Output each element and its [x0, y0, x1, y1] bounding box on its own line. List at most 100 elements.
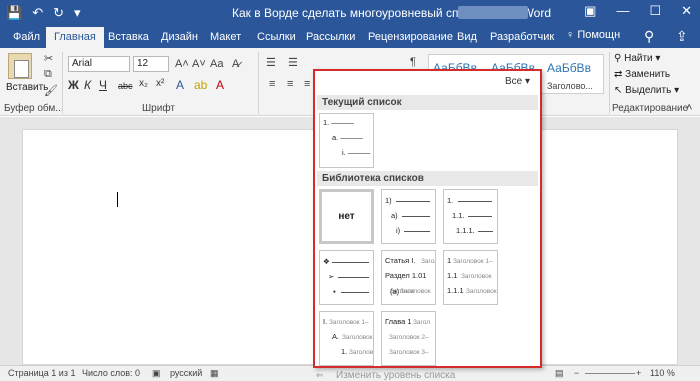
- tab-home[interactable]: Главная: [46, 27, 104, 48]
- tab-developer[interactable]: Разработчик: [490, 29, 554, 45]
- list-level-2: ➢: [328, 272, 335, 281]
- bold-button[interactable]: Ж: [68, 78, 79, 92]
- list-style-numbered-decimal[interactable]: 1. 1.1. 1.1.1.: [443, 189, 498, 244]
- list-style-chapter-headings[interactable]: Глава 1 Загол Заголовок 2– Заголовок 3–: [381, 311, 436, 366]
- user-name-blurred: [458, 6, 528, 19]
- search-icon: ⚲: [614, 53, 625, 64]
- page-count[interactable]: Страница 1 из 1: [8, 368, 75, 378]
- clipboard-group-label: Буфер обм...: [4, 103, 64, 114]
- list-level-2: A.: [332, 332, 340, 341]
- grow-font-icon[interactable]: A˄: [175, 58, 189, 70]
- list-level-3: 1.: [341, 347, 348, 356]
- current-list-header: Текущий список: [317, 95, 538, 110]
- word-count[interactable]: Число слов: 0: [82, 368, 140, 378]
- tab-design[interactable]: Дизайн: [161, 29, 198, 45]
- zoom-level[interactable]: 110 %: [650, 368, 675, 378]
- list-style-article-section[interactable]: Статья I. Заголов Раздел 1.01 Заголов (a…: [381, 250, 436, 305]
- arrow-left-icon: ⇐: [316, 370, 324, 380]
- list-style-numbered-paren[interactable]: 1) a) i): [381, 189, 436, 244]
- line: [332, 262, 369, 263]
- tab-review[interactable]: Рецензирование: [368, 29, 453, 45]
- strikethrough-button[interactable]: abc: [118, 81, 133, 91]
- tab-layout[interactable]: Макет: [210, 29, 241, 45]
- heading-placeholder: Заголовок: [466, 288, 497, 295]
- change-list-level-menu-item[interactable]: Изменить уровень списка: [336, 370, 455, 381]
- list-style-roman-headings[interactable]: I. Заголовок 1– A. Заголовок 1. Заголово: [319, 311, 374, 366]
- maximize-icon[interactable]: ☐: [649, 3, 661, 19]
- read-mode-icon[interactable]: ▤: [555, 368, 564, 379]
- list-level-1: Глава 1: [385, 317, 412, 326]
- multilevel-list-dropdown: Все ▾ Текущий список 1. ——— a. ——— i. ——…: [313, 69, 542, 368]
- shrink-font-icon[interactable]: A˅: [192, 58, 206, 70]
- window-controls: ▣ — ☐ ✕: [584, 3, 692, 19]
- tab-references[interactable]: Ссылки: [257, 29, 296, 45]
- align-center-icon[interactable]: ≡: [287, 78, 293, 90]
- pilcrow-icon[interactable]: ¶: [410, 56, 416, 68]
- customize-qat-icon[interactable]: ▾: [74, 4, 81, 21]
- style-name: Заголово...: [547, 81, 593, 91]
- superscript-button[interactable]: x²: [156, 78, 164, 89]
- quick-access-toolbar: 💾 ↶ ↻ ▾: [6, 4, 81, 21]
- tab-mailings[interactable]: Рассылки: [306, 29, 355, 45]
- divider: [609, 52, 610, 114]
- font-size-select[interactable]: 12: [133, 56, 169, 72]
- proofing-icon[interactable]: ▣: [152, 368, 161, 379]
- align-right-icon[interactable]: ≡: [304, 78, 310, 90]
- text-effects-icon[interactable]: A: [176, 78, 184, 92]
- tab-view[interactable]: Вид: [457, 29, 477, 45]
- minimize-icon[interactable]: —: [616, 3, 629, 19]
- numbering-icon[interactable]: ☰: [288, 56, 298, 69]
- zoom-slider[interactable]: [585, 373, 635, 374]
- heading-placeholder: Заголовок 1–: [329, 319, 369, 326]
- replace-icon: ⇄: [614, 69, 626, 80]
- paste-button-label[interactable]: Вставить: [6, 82, 48, 93]
- replace-button[interactable]: ⇄ Заменить: [614, 69, 670, 80]
- format-painter-icon[interactable]: 🖌: [44, 84, 58, 97]
- clear-format-icon[interactable]: A̷: [232, 58, 239, 70]
- underline-button[interactable]: Ч: [99, 78, 107, 92]
- italic-button[interactable]: К: [84, 78, 91, 92]
- redo-icon[interactable]: ↻: [53, 4, 64, 21]
- macro-icon[interactable]: ▦: [210, 368, 219, 379]
- share-icon[interactable]: ⇪: [676, 28, 688, 45]
- bullets-icon[interactable]: ☰: [266, 56, 276, 69]
- paste-icon[interactable]: [8, 53, 32, 79]
- restore-ribbon-icon[interactable]: ▣: [584, 3, 596, 19]
- user-icon[interactable]: ⚲: [644, 28, 654, 45]
- tab-file[interactable]: Файл: [13, 29, 40, 45]
- subscript-button[interactable]: x₂: [139, 78, 148, 89]
- highlight-icon[interactable]: ab: [194, 78, 207, 92]
- list-style-heading-numbered[interactable]: 1 Заголовок 1– 1.1 Заголовок 1.1.1 Загол…: [443, 250, 498, 305]
- close-icon[interactable]: ✕: [681, 3, 692, 19]
- ribbon-tabs: Файл Главная Вставка Дизайн Макет Ссылки…: [0, 26, 700, 48]
- select-button[interactable]: ↖ Выделить ▾: [614, 85, 679, 96]
- tell-me-help[interactable]: ♀ Помощн: [566, 29, 620, 41]
- save-icon[interactable]: 💾: [6, 4, 22, 21]
- language[interactable]: русский: [170, 368, 202, 378]
- find-button[interactable]: ⚲ Найти ▾: [614, 53, 660, 64]
- line: [338, 277, 369, 278]
- font-name-select[interactable]: Arial: [68, 56, 130, 72]
- list-style-none[interactable]: нет: [319, 189, 374, 244]
- list-level-1: I.: [323, 317, 328, 326]
- line: [468, 216, 492, 217]
- font-color-icon[interactable]: A: [216, 78, 224, 92]
- change-case-icon[interactable]: Aa: [210, 58, 223, 70]
- undo-icon[interactable]: ↶: [32, 4, 43, 21]
- list-level-3: i): [396, 226, 401, 235]
- list-style-bullets[interactable]: ❖ ➢ ▪: [319, 250, 374, 305]
- align-left-icon[interactable]: ≡: [269, 78, 275, 90]
- style-sample[interactable]: АаБбВв: [547, 61, 591, 75]
- tab-insert[interactable]: Вставка: [108, 29, 149, 45]
- list-level-2: a): [391, 211, 398, 220]
- cut-icon[interactable]: ✂: [44, 52, 53, 65]
- list-library-header: Библиотека списков: [317, 171, 538, 186]
- current-list-thumb[interactable]: 1. ——— a. ——— i. ———: [319, 113, 374, 168]
- zoom-in-icon[interactable]: +: [636, 368, 641, 378]
- none-label: нет: [338, 211, 355, 222]
- heading-placeholder: Заголово: [349, 349, 374, 356]
- zoom-out-icon[interactable]: −: [574, 368, 579, 378]
- copy-icon[interactable]: ⧉: [44, 68, 52, 81]
- list-filter-select[interactable]: Все ▾: [505, 76, 530, 87]
- collapse-ribbon-icon[interactable]: ˄: [686, 102, 692, 114]
